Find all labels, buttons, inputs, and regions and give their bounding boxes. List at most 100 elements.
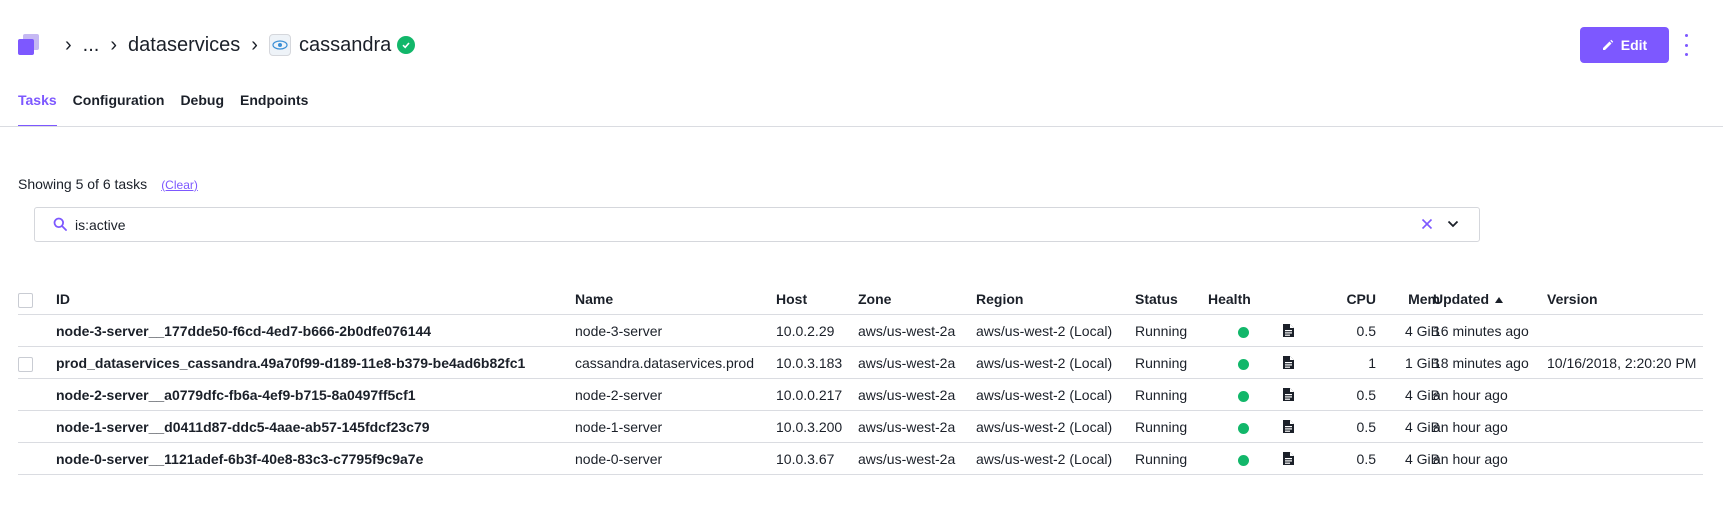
task-updated-cell: an hour ago: [1433, 451, 1508, 467]
task-zone-cell: aws/us-west-2a: [858, 387, 956, 403]
column-header-host[interactable]: Host: [776, 283, 807, 315]
task-region-cell: aws/us-west-2 (Local): [976, 451, 1113, 467]
file-log-icon[interactable]: [1283, 347, 1294, 379]
task-updated-cell: an hour ago: [1433, 387, 1508, 403]
task-version-cell: 10/16/2018, 2:20:20 PM: [1547, 355, 1697, 371]
task-updated-cell: an hour ago: [1433, 419, 1508, 435]
file-log-icon[interactable]: [1283, 411, 1294, 443]
column-header-cpu[interactable]: CPU: [1318, 283, 1376, 315]
task-host-cell: 10.0.3.200: [776, 419, 843, 435]
more-options-icon[interactable]: [1681, 34, 1691, 56]
cassandra-eye-icon: [268, 34, 291, 56]
task-cpu-cell: 1: [1368, 355, 1376, 371]
task-updated-cell: 16 minutes ago: [1433, 323, 1529, 339]
task-id-cell[interactable]: prod_dataservices_cassandra.49a70f99-d18…: [56, 347, 525, 379]
table-header-row: ID Name Host Zone Region Status Health C…: [18, 283, 1703, 315]
health-status-dot-icon: [1238, 443, 1249, 475]
task-status-cell: Running: [1135, 419, 1188, 435]
column-header-mem[interactable]: Mem: [1378, 283, 1440, 315]
file-log-icon[interactable]: [1283, 443, 1294, 475]
search-box: [34, 207, 1480, 242]
table-body: node-3-server__177dde50-f6cd-4ed7-b666-2…: [18, 315, 1703, 475]
edit-button-label: Edit: [1620, 37, 1648, 53]
task-region-cell: aws/us-west-2 (Local): [976, 419, 1113, 435]
column-header-zone[interactable]: Zone: [858, 283, 891, 315]
task-cpu-cell: 0.5: [1356, 451, 1376, 467]
column-header-name[interactable]: Name: [575, 283, 613, 315]
select-all-checkbox[interactable]: [18, 293, 33, 308]
breadcrumb-ellipsis[interactable]: ...: [83, 35, 100, 55]
column-header-status[interactable]: Status: [1135, 283, 1178, 315]
task-region-cell: aws/us-west-2 (Local): [976, 355, 1113, 371]
search-icon: [53, 217, 67, 231]
task-name-cell: node-0-server: [575, 451, 663, 467]
health-status-dot-icon: [1238, 315, 1249, 347]
task-id-cell[interactable]: node-1-server__d0411d87-ddc5-4aae-ab57-1…: [56, 411, 430, 443]
healthy-check-icon: [397, 36, 416, 54]
column-header-region[interactable]: Region: [976, 283, 1023, 315]
task-mem-cell: 4 GiB: [1404, 387, 1440, 403]
task-status-cell: Running: [1135, 323, 1188, 339]
task-cpu-cell: 0.5: [1356, 387, 1376, 403]
task-id-cell[interactable]: node-2-server__a0779dfc-fb6a-4ef9-b715-8…: [56, 379, 416, 411]
task-id-cell[interactable]: node-0-server__1121adef-6b3f-40e8-83c3-c…: [56, 443, 423, 475]
file-log-icon[interactable]: [1283, 379, 1294, 411]
showing-count-text: Showing 5 of 6 tasks: [18, 176, 148, 192]
task-zone-cell: aws/us-west-2a: [858, 419, 956, 435]
task-host-cell: 10.0.2.29: [776, 323, 835, 339]
row-select-checkbox[interactable]: [18, 357, 33, 372]
task-mem-cell: 4 GiB: [1404, 419, 1440, 435]
table-row[interactable]: node-2-server__a0779dfc-fb6a-4ef9-b715-8…: [18, 379, 1703, 411]
task-updated-cell: 18 minutes ago: [1433, 355, 1529, 371]
clear-search-icon[interactable]: [1421, 218, 1433, 230]
column-header-id[interactable]: ID: [56, 283, 70, 315]
tab-bar: Tasks Configuration Debug Endpoints: [18, 92, 324, 127]
chevron-right-icon: ›: [65, 34, 72, 56]
health-status-dot-icon: [1238, 347, 1249, 379]
task-status-cell: Running: [1135, 355, 1188, 371]
task-region-cell: aws/us-west-2 (Local): [976, 323, 1113, 339]
chevron-right-icon: ›: [251, 34, 258, 56]
tab-tasks[interactable]: Tasks: [18, 92, 57, 127]
task-mem-cell: 4 GiB: [1404, 323, 1440, 339]
chevron-down-icon[interactable]: [1447, 219, 1459, 229]
tab-configuration[interactable]: Configuration: [73, 92, 165, 127]
task-name-cell: node-1-server: [575, 419, 663, 435]
column-header-updated[interactable]: Updated: [1433, 283, 1503, 315]
task-zone-cell: aws/us-west-2a: [858, 451, 956, 467]
task-cpu-cell: 0.5: [1356, 419, 1376, 435]
task-zone-cell: aws/us-west-2a: [858, 355, 956, 371]
chevron-right-icon: ›: [110, 34, 118, 56]
tab-debug[interactable]: Debug: [180, 92, 224, 127]
task-host-cell: 10.0.3.183: [776, 355, 843, 371]
table-row[interactable]: node-1-server__d0411d87-ddc5-4aae-ab57-1…: [18, 411, 1703, 443]
task-zone-cell: aws/us-west-2a: [858, 323, 956, 339]
clear-filter-link[interactable]: (Clear): [161, 178, 198, 192]
breadcrumb-service-group[interactable]: dataservices: [128, 35, 240, 55]
task-mem-cell: 4 GiB: [1404, 451, 1440, 467]
task-status-cell: Running: [1135, 387, 1188, 403]
table-row[interactable]: prod_dataservices_cassandra.49a70f99-d18…: [18, 347, 1703, 379]
table-row[interactable]: node-0-server__1121adef-6b3f-40e8-83c3-c…: [18, 443, 1703, 475]
tab-endpoints[interactable]: Endpoints: [240, 92, 308, 127]
app-logo-icon[interactable]: [18, 34, 40, 56]
breadcrumb-service-name[interactable]: cassandra: [299, 35, 391, 55]
edit-button[interactable]: Edit: [1580, 27, 1669, 63]
health-status-dot-icon: [1238, 411, 1249, 443]
search-input[interactable]: [75, 208, 1425, 241]
task-name-cell: cassandra.dataservices.prod: [575, 355, 754, 371]
task-mem-cell: 1 GiB: [1404, 355, 1440, 371]
tasks-table: ID Name Host Zone Region Status Health C…: [18, 283, 1703, 475]
column-header-health[interactable]: Health: [1208, 283, 1251, 315]
task-host-cell: 10.0.0.217: [776, 387, 843, 403]
task-region-cell: aws/us-west-2 (Local): [976, 387, 1113, 403]
column-header-version[interactable]: Version: [1547, 283, 1598, 315]
table-row[interactable]: node-3-server__177dde50-f6cd-4ed7-b666-2…: [18, 315, 1703, 347]
tabs-divider: [0, 126, 1723, 127]
pencil-icon: [1602, 39, 1613, 50]
sort-ascending-icon: [1495, 297, 1503, 304]
filter-summary: Showing 5 of 6 tasks (Clear): [18, 176, 198, 192]
task-name-cell: node-2-server: [575, 387, 663, 403]
file-log-icon[interactable]: [1283, 315, 1294, 347]
task-id-cell[interactable]: node-3-server__177dde50-f6cd-4ed7-b666-2…: [56, 315, 431, 347]
